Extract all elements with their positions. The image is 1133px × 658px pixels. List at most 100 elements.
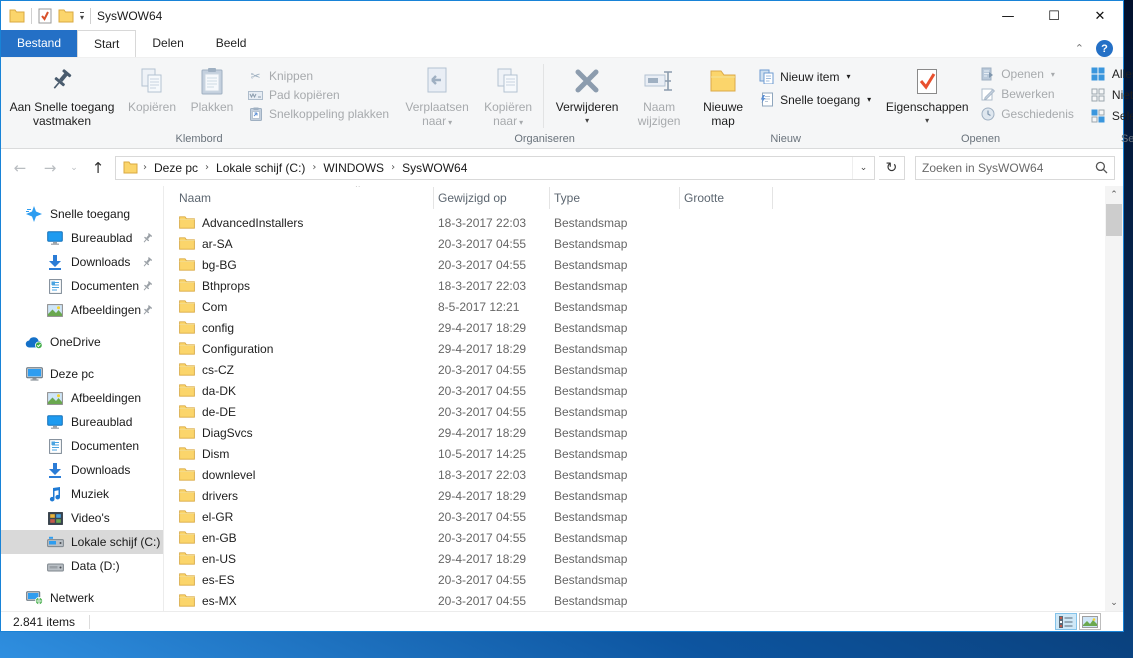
sidebar-item-deze-pc[interactable]: Deze pc xyxy=(1,362,163,386)
move-to-button[interactable]: Verplaatsen naar▾ xyxy=(399,60,475,132)
breadcrumb-segment-lokale-schijf-c[interactable]: Lokale schijf (C:) xyxy=(212,159,309,177)
sidebar-item-netwerk[interactable]: Netwerk xyxy=(1,586,163,610)
sidebar-item-documenten[interactable]: Documenten xyxy=(1,434,163,458)
history-button[interactable]: Geschiedenis xyxy=(977,106,1076,122)
breadcrumb-segment-deze-pc[interactable]: Deze pc xyxy=(150,159,202,177)
file-row-en-us[interactable]: en-US29-4-2017 18:29Bestandsmap xyxy=(164,548,1105,569)
copy-button[interactable]: Kopiëren xyxy=(121,60,183,132)
sidebar-item-onedrive[interactable]: OneDrive xyxy=(1,330,163,354)
new-item-button[interactable]: Nieuw item ▾ xyxy=(756,68,873,85)
paste-button[interactable]: Plakken xyxy=(183,60,241,132)
delete-button[interactable]: Verwijderen ▾ xyxy=(546,60,628,132)
breadcrumb-segment-syswow64[interactable]: SysWOW64 xyxy=(398,159,471,177)
organize-group-label: Organiseren xyxy=(399,132,690,148)
file-row-diagsvcs[interactable]: DiagSvcs29-4-2017 18:29Bestandsmap xyxy=(164,422,1105,443)
sidebar-item-data-d[interactable]: Data (D:) xyxy=(1,554,163,578)
tab-file[interactable]: Bestand xyxy=(1,30,77,57)
open-button[interactable]: Openen ▾ xyxy=(977,66,1076,82)
address-bar[interactable]: ›Deze pc›Lokale schijf (C:)›WINDOWS›SysW… xyxy=(115,156,875,180)
scroll-down-icon[interactable]: ⌄ xyxy=(1105,594,1123,611)
maximize-button[interactable]: ☐ xyxy=(1031,1,1077,31)
easy-access-icon xyxy=(758,92,775,107)
qat-new-folder-icon[interactable] xyxy=(58,9,74,23)
column-header-size[interactable]: Grootte xyxy=(680,187,773,209)
file-row-es-mx[interactable]: es-MX20-3-2017 04:55Bestandsmap xyxy=(164,590,1105,611)
invert-selection-button[interactable]: Selectie omkeren xyxy=(1088,108,1133,124)
file-row-advancedinstallers[interactable]: AdvancedInstallers18-3-2017 22:03Bestand… xyxy=(164,212,1105,233)
forward-button[interactable]: → xyxy=(37,159,63,177)
tab-view[interactable]: Beeld xyxy=(200,30,263,57)
copy-to-button[interactable]: Kopiëren naar▾ xyxy=(475,60,541,132)
minimize-button[interactable]: — xyxy=(985,1,1031,31)
edit-button[interactable]: Bewerken xyxy=(977,86,1076,102)
breadcrumb-separator-icon[interactable]: › xyxy=(390,162,396,173)
recent-locations-caret-icon[interactable]: ⌄ xyxy=(67,163,81,173)
sidebar-item-downloads[interactable]: Downloads xyxy=(1,458,163,482)
folder-icon xyxy=(179,363,195,376)
file-row-bthprops[interactable]: Bthprops18-3-2017 22:03Bestandsmap xyxy=(164,275,1105,296)
tab-share[interactable]: Delen xyxy=(136,30,199,57)
properties-button[interactable]: Eigenschappen ▾ xyxy=(881,60,973,132)
sidebar-item-video-s[interactable]: Video's xyxy=(1,506,163,530)
sidebar-item-bureaublad[interactable]: Bureaublad xyxy=(1,410,163,434)
file-type: Bestandsmap xyxy=(550,279,680,293)
file-row-ar-sa[interactable]: ar-SA20-3-2017 04:55Bestandsmap xyxy=(164,233,1105,254)
sidebar-item-lokale-schijf-c[interactable]: Lokale schijf (C:) xyxy=(1,530,163,554)
easy-access-button[interactable]: Snelle toegang ▾ xyxy=(756,91,873,108)
sidebar-item-afbeeldingen[interactable]: Afbeeldingen xyxy=(1,386,163,410)
file-row-com[interactable]: Com8-5-2017 12:21Bestandsmap xyxy=(164,296,1105,317)
sidebar-item-muziek[interactable]: Muziek xyxy=(1,482,163,506)
column-header-modified[interactable]: Gewijzigd op xyxy=(434,187,550,209)
copy-label: Kopiëren xyxy=(128,101,176,115)
new-folder-button[interactable]: Nieuwe map xyxy=(694,60,752,132)
tab-start[interactable]: Start xyxy=(77,30,136,57)
column-header-type[interactable]: Type xyxy=(550,187,680,209)
up-button[interactable]: ↑ xyxy=(85,159,111,177)
copy-path-button[interactable]: Pad kopiëren xyxy=(245,87,391,103)
collapse-ribbon-icon[interactable]: ⌃ xyxy=(1075,42,1084,55)
file-row-es-es[interactable]: es-ES20-3-2017 04:55Bestandsmap xyxy=(164,569,1105,590)
back-button[interactable]: ← xyxy=(7,159,33,177)
select-all-button[interactable]: Alles selecteren xyxy=(1088,66,1133,82)
search-icon[interactable] xyxy=(1095,161,1108,174)
paste-shortcut-button[interactable]: Snelkoppeling plakken xyxy=(245,106,391,122)
file-row-dism[interactable]: Dism10-5-2017 14:25Bestandsmap xyxy=(164,443,1105,464)
file-row-el-gr[interactable]: el-GR20-3-2017 04:55Bestandsmap xyxy=(164,506,1105,527)
select-none-button[interactable]: Niets selecteren xyxy=(1088,87,1133,103)
breadcrumb-separator-icon[interactable]: › xyxy=(142,162,148,173)
address-dropdown-caret-icon[interactable]: ⌄ xyxy=(852,157,874,179)
file-row-de-de[interactable]: de-DE20-3-2017 04:55Bestandsmap xyxy=(164,401,1105,422)
sidebar-item-documenten[interactable]: Documenten xyxy=(1,274,163,298)
column-header-name[interactable]: Naam xyxy=(164,187,434,209)
qat-properties-icon[interactable] xyxy=(38,8,52,24)
file-row-bg-bg[interactable]: bg-BG20-3-2017 04:55Bestandsmap xyxy=(164,254,1105,275)
search-input[interactable] xyxy=(922,161,1095,175)
sidebar-item-snelle-toegang[interactable]: Snelle toegang xyxy=(1,202,163,226)
close-button[interactable]: ✕ xyxy=(1077,1,1123,31)
pin-to-quick-access-button[interactable]: Aan Snelle toegang vastmaken xyxy=(3,60,121,132)
help-icon[interactable]: ? xyxy=(1096,40,1113,57)
file-row-da-dk[interactable]: da-DK20-3-2017 04:55Bestandsmap xyxy=(164,380,1105,401)
vertical-scrollbar[interactable]: ⌃ ⌄ xyxy=(1105,186,1123,611)
qat-customize-caret-icon[interactable]: ▾ xyxy=(80,12,84,21)
sidebar-item-afbeeldingen[interactable]: Afbeeldingen xyxy=(1,298,163,322)
sidebar-item-bureaublad[interactable]: Bureaublad xyxy=(1,226,163,250)
refresh-icon[interactable]: ↻ xyxy=(879,156,905,180)
new-item-label: Nieuw item xyxy=(780,70,839,84)
cut-button[interactable]: ✂ Knippen xyxy=(245,68,391,84)
file-row-config[interactable]: config29-4-2017 18:29Bestandsmap xyxy=(164,317,1105,338)
file-row-configuration[interactable]: Configuration29-4-2017 18:29Bestandsmap xyxy=(164,338,1105,359)
file-row-cs-cz[interactable]: cs-CZ20-3-2017 04:55Bestandsmap xyxy=(164,359,1105,380)
file-row-drivers[interactable]: drivers29-4-2017 18:29Bestandsmap xyxy=(164,485,1105,506)
scroll-up-icon[interactable]: ⌃ xyxy=(1105,186,1123,203)
sidebar-item-downloads[interactable]: Downloads xyxy=(1,250,163,274)
large-icons-view-button[interactable] xyxy=(1079,613,1101,630)
breadcrumb-separator-icon[interactable]: › xyxy=(204,162,210,173)
file-row-downlevel[interactable]: downlevel18-3-2017 22:03Bestandsmap xyxy=(164,464,1105,485)
details-view-button[interactable] xyxy=(1055,613,1077,630)
breadcrumb-separator-icon[interactable]: › xyxy=(311,162,317,173)
file-row-en-gb[interactable]: en-GB20-3-2017 04:55Bestandsmap xyxy=(164,527,1105,548)
breadcrumb-segment-windows[interactable]: WINDOWS xyxy=(319,159,388,177)
scrollbar-thumb[interactable] xyxy=(1106,204,1122,236)
rename-button[interactable]: Naam wijzigen xyxy=(628,60,690,132)
